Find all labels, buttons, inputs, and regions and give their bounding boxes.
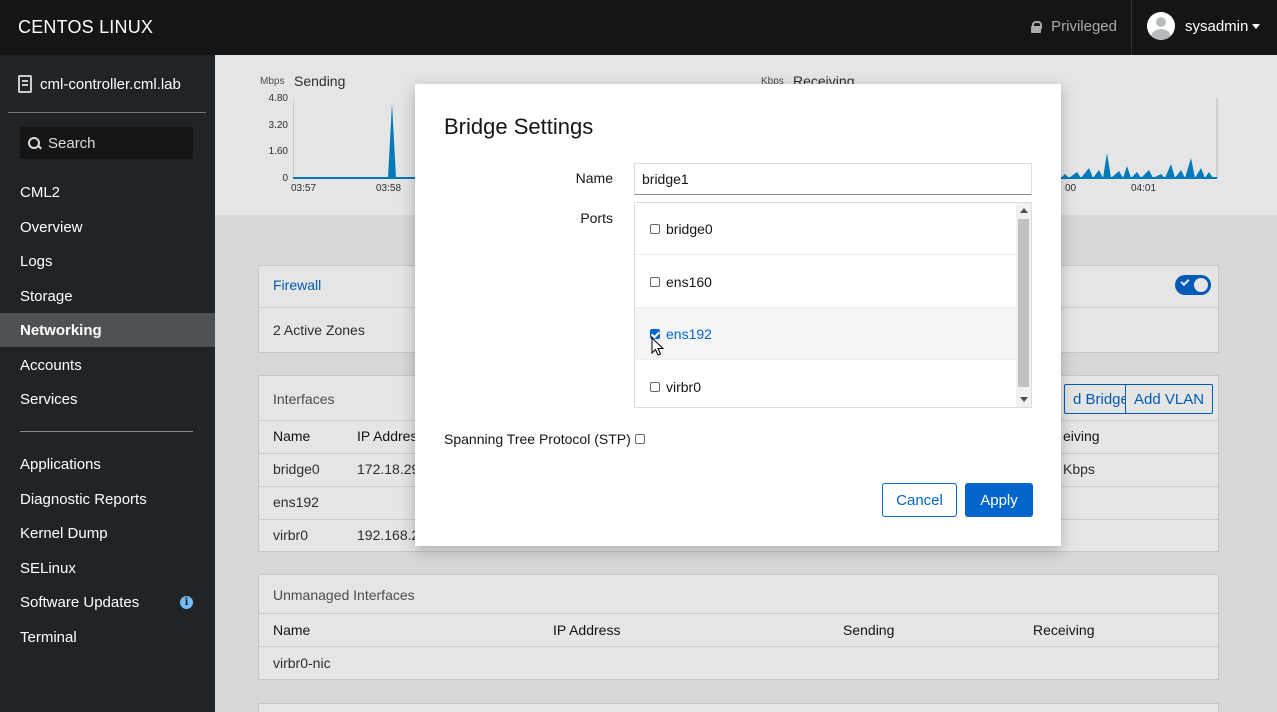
- username: sysadmin: [1185, 17, 1249, 35]
- host-switcher[interactable]: cml-controller.cml.lab: [18, 75, 181, 93]
- sidebar-item-storage[interactable]: Storage: [0, 279, 215, 313]
- ports-scrollbar[interactable]: [1016, 203, 1031, 407]
- sidebar-item-terminal[interactable]: Terminal: [0, 620, 215, 654]
- sidebar-item-services[interactable]: Services: [0, 382, 215, 416]
- sidebar-item-label: CML2: [20, 183, 61, 201]
- host-name: cml-controller.cml.lab: [40, 75, 181, 93]
- info-icon: i: [180, 596, 193, 609]
- sidebar-item-label: SELinux: [20, 559, 76, 577]
- port-item-ens160[interactable]: ens160: [635, 256, 1017, 308]
- sidebar-item-diagnostic-reports[interactable]: Diagnostic Reports: [0, 482, 215, 516]
- sidebar-item-label: Overview: [20, 218, 83, 236]
- search-input[interactable]: Search: [20, 127, 193, 159]
- dialog-title: Bridge Settings: [444, 114, 594, 139]
- port-checkbox[interactable]: [650, 276, 660, 287]
- port-checkbox[interactable]: [650, 223, 660, 234]
- user-menu[interactable]: sysadmin: [1147, 12, 1261, 40]
- sidebar-item-accounts[interactable]: Accounts: [0, 348, 215, 382]
- port-item-virbr0[interactable]: virbr0: [635, 361, 1017, 407]
- sidebar-item-label: Diagnostic Reports: [20, 490, 147, 508]
- sidebar-item-label: Software Updates: [20, 593, 140, 611]
- brand-title: CENTOS LINUX: [18, 17, 154, 37]
- sidebar-item-label: Kernel Dump: [20, 524, 108, 542]
- avatar: [1147, 12, 1175, 40]
- privileged-button[interactable]: Privileged: [1031, 18, 1117, 35]
- sidebar-item-label: Applications: [20, 455, 101, 473]
- search-placeholder: Search: [48, 134, 96, 152]
- top-bar: CENTOS LINUX Privileged sysadmin: [0, 0, 1277, 55]
- apply-button[interactable]: Apply: [965, 483, 1033, 517]
- port-label: ens160: [666, 273, 712, 290]
- sidebar-item-networking[interactable]: Networking: [0, 313, 215, 347]
- port-item-ens192[interactable]: ens192: [635, 308, 1017, 360]
- sidebar-item-kernel-dump[interactable]: Kernel Dump: [0, 516, 215, 550]
- sidebar-item-label: Accounts: [20, 356, 82, 374]
- name-label: Name: [575, 170, 613, 186]
- name-input[interactable]: [634, 163, 1032, 195]
- scroll-thumb[interactable]: [1018, 219, 1029, 387]
- sidebar-item-applications[interactable]: Applications: [0, 447, 215, 481]
- lock-icon: [1031, 20, 1043, 33]
- bridge-settings-dialog: Bridge Settings Name Ports bridge0 ens16…: [415, 84, 1061, 546]
- port-label: virbr0: [666, 379, 702, 395]
- privileged-label: Privileged: [1051, 18, 1117, 35]
- port-label: bridge0: [666, 220, 713, 237]
- sidebar-item-logs[interactable]: Logs: [0, 244, 215, 278]
- sidebar-item-label: Services: [20, 390, 78, 408]
- sidebar-item-overview[interactable]: Overview: [0, 210, 215, 244]
- divider: [8, 112, 206, 113]
- port-item-bridge0[interactable]: bridge0: [635, 203, 1017, 255]
- scroll-up-icon[interactable]: [1020, 208, 1028, 213]
- sidebar-item-software-updates[interactable]: Software Updates i: [0, 585, 215, 619]
- mouse-cursor-icon: [651, 337, 665, 356]
- divider: [20, 431, 193, 432]
- stp-label: Spanning Tree Protocol (STP): [444, 431, 631, 447]
- ports-label: Ports: [580, 210, 613, 226]
- topbar-divider: [1131, 0, 1132, 55]
- cancel-button[interactable]: Cancel: [882, 483, 957, 517]
- server-icon: [18, 75, 32, 93]
- port-checkbox[interactable]: [650, 382, 660, 392]
- sidebar: cml-controller.cml.lab Search CML2 Overv…: [0, 55, 215, 712]
- scroll-down-icon[interactable]: [1020, 397, 1028, 402]
- sidebar-item-label: Storage: [20, 287, 73, 305]
- ports-list: bridge0 ens160 ens192 virbr0: [634, 202, 1032, 408]
- sidebar-item-label: Terminal: [20, 628, 77, 646]
- chevron-down-icon: [1252, 23, 1261, 29]
- port-label: ens192: [666, 325, 712, 342]
- sidebar-item-label: Logs: [20, 252, 53, 270]
- search-icon: [28, 136, 41, 150]
- sidebar-item-label: Networking: [20, 321, 102, 339]
- sidebar-item-selinux[interactable]: SELinux: [0, 551, 215, 585]
- sidebar-item-cml2[interactable]: CML2: [0, 175, 215, 209]
- stp-checkbox[interactable]: [635, 434, 645, 444]
